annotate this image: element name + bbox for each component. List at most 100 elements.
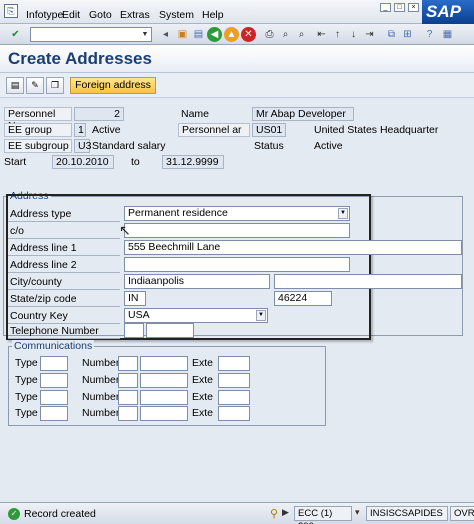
ee-subgroup-text: Standard salary <box>92 140 166 152</box>
comm-type-label: Type <box>15 391 38 403</box>
menu-system[interactable]: System <box>159 9 194 21</box>
ee-subgroup-label: EE subgroup <box>4 139 72 153</box>
county-input[interactable] <box>274 274 462 289</box>
page-title: Create Addresses <box>8 49 152 68</box>
comm-type-input[interactable] <box>40 390 68 405</box>
foreign-address-button[interactable]: Foreign address <box>70 77 156 94</box>
address-line2-label: Address line 2 <box>8 258 120 273</box>
comm-number-prefix-input[interactable] <box>118 406 138 421</box>
chevron-down-icon[interactable]: ▼ <box>256 310 266 321</box>
ee-group-code-field: 1 <box>74 123 86 137</box>
new-session-icon[interactable]: ⧉ <box>384 27 399 42</box>
overview-icon[interactable]: ▤ <box>6 77 24 94</box>
telephone-number-input[interactable] <box>146 323 194 338</box>
address-line2-input[interactable] <box>124 257 350 272</box>
country-key-label: Country Key <box>8 309 120 324</box>
cancel-icon[interactable]: ✕ <box>241 27 256 42</box>
back-icon[interactable]: ◀ <box>207 27 222 42</box>
lock-icon[interactable]: ⚲ <box>270 507 278 520</box>
state-input[interactable]: IN <box>124 291 146 306</box>
address-type-value: Permanent residence <box>128 207 228 219</box>
title-bar: Create Addresses <box>0 45 474 73</box>
zip-input[interactable]: 46224 <box>274 291 332 306</box>
comm-ext-label: Exte <box>192 391 214 403</box>
comm-number-prefix-input[interactable] <box>118 373 138 388</box>
comm-number-input[interactable] <box>140 390 188 405</box>
comm-type-input[interactable] <box>40 373 68 388</box>
start-date-field: 20.10.2010 <box>52 155 114 169</box>
minimize-icon[interactable]: _ <box>380 3 391 12</box>
maximize-icon[interactable]: □ <box>394 3 405 12</box>
last-page-icon[interactable]: ⇥ <box>362 27 377 42</box>
print-icon[interactable]: ⎙ <box>262 27 277 42</box>
comm-number-label: Number <box>82 374 120 386</box>
comm-number-label: Number <box>82 391 120 403</box>
mode-indicator[interactable]: OVR <box>450 506 474 521</box>
command-field[interactable]: ▼ <box>30 27 152 42</box>
help-icon[interactable]: ? <box>422 27 437 42</box>
comm-ext-input[interactable] <box>218 406 250 421</box>
first-page-icon[interactable]: ⇤ <box>314 27 329 42</box>
country-key-select[interactable]: USA <box>124 308 268 323</box>
find-next-icon[interactable]: ⌕ <box>294 27 309 42</box>
comm-type-label: Type <box>15 407 38 419</box>
sap-logo: SAP <box>422 0 474 24</box>
to-label: to <box>131 156 140 168</box>
city-input[interactable]: Indiaanpolis <box>124 274 270 289</box>
status-bar: ✓ Record created ⚲ ▶ ECC (1) 200 ▾ INSIS… <box>0 502 474 524</box>
close-icon[interactable]: × <box>408 3 419 12</box>
telephone-label: Telephone Number <box>8 324 120 339</box>
comm-number-prefix-input[interactable] <box>118 390 138 405</box>
sap-window-icon[interactable]: ⎘ <box>4 4 18 18</box>
comm-number-prefix-input[interactable] <box>118 356 138 371</box>
address-type-select[interactable]: Permanent residence <box>124 206 350 221</box>
personnel-no-label: Personnel No <box>4 107 72 132</box>
comm-ext-input[interactable] <box>218 390 250 405</box>
comm-ext-input[interactable] <box>218 356 250 371</box>
save-alt-icon[interactable]: ▤ <box>191 27 206 42</box>
ee-group-text: Active <box>92 124 121 136</box>
comm-number-label: Number <box>82 357 120 369</box>
change-icon[interactable]: ✎ <box>26 77 44 94</box>
save-icon[interactable]: ▣ <box>175 27 190 42</box>
comm-number-input[interactable] <box>140 373 188 388</box>
comm-ext-input[interactable] <box>218 373 250 388</box>
menu-infotype[interactable]: Infotype <box>26 9 63 21</box>
layout-icon[interactable]: ▦ <box>440 27 455 42</box>
enter-icon[interactable]: ✔ <box>8 27 23 42</box>
chevron-down-icon[interactable]: ▼ <box>140 29 150 40</box>
co-label: c/o <box>8 224 120 239</box>
comm-number-input[interactable] <box>140 356 188 371</box>
address-line1-input[interactable]: 555 Beechmill Lane <box>124 240 462 255</box>
comm-number-input[interactable] <box>140 406 188 421</box>
shortcut-icon[interactable]: ⊞ <box>400 27 415 42</box>
personnel-no-field: 2 <box>74 107 124 121</box>
menu-goto[interactable]: Goto <box>89 9 112 21</box>
menu-edit[interactable]: Edit <box>62 9 80 21</box>
next-page-icon[interactable]: ↓ <box>346 27 361 42</box>
comm-type-input[interactable] <box>40 406 68 421</box>
comm-type-input[interactable] <box>40 356 68 371</box>
standard-toolbar: ✔ ▼ ◂ ▣ ▤ ◀ ▲ ✕ ⎙ ⌕ ⌕ ⇤ ↑ ↓ ⇥ ⧉ ⊞ ? ▦ <box>0 24 474 45</box>
ee-subgroup-code-field: U3 <box>74 139 91 153</box>
status-label: Status <box>254 140 284 152</box>
find-icon[interactable]: ⌕ <box>278 27 293 42</box>
menu-help[interactable]: Help <box>202 9 224 21</box>
prev-page-icon[interactable]: ↑ <box>330 27 345 42</box>
telephone-area-input[interactable] <box>124 323 144 338</box>
menu-extras[interactable]: Extras <box>120 9 150 21</box>
chevron-down-icon[interactable]: ▼ <box>338 208 348 219</box>
comm-type-label: Type <box>15 374 38 386</box>
status-text: Active <box>314 140 343 152</box>
triangle-right-icon[interactable]: ▶ <box>282 507 289 518</box>
address-line1-label: Address line 1 <box>8 241 120 256</box>
comm-type-label: Type <box>15 357 38 369</box>
system-info: ECC (1) 200 <box>294 506 352 524</box>
exit-icon[interactable]: ▲ <box>224 27 239 42</box>
copy-icon[interactable]: ❐ <box>46 77 64 94</box>
comm-ext-label: Exte <box>192 374 214 386</box>
name-field: Mr Abap Developer <box>252 107 354 121</box>
chevron-down-icon[interactable]: ▾ <box>355 507 360 518</box>
address-type-label: Address type <box>8 207 120 222</box>
co-input[interactable] <box>124 223 350 238</box>
